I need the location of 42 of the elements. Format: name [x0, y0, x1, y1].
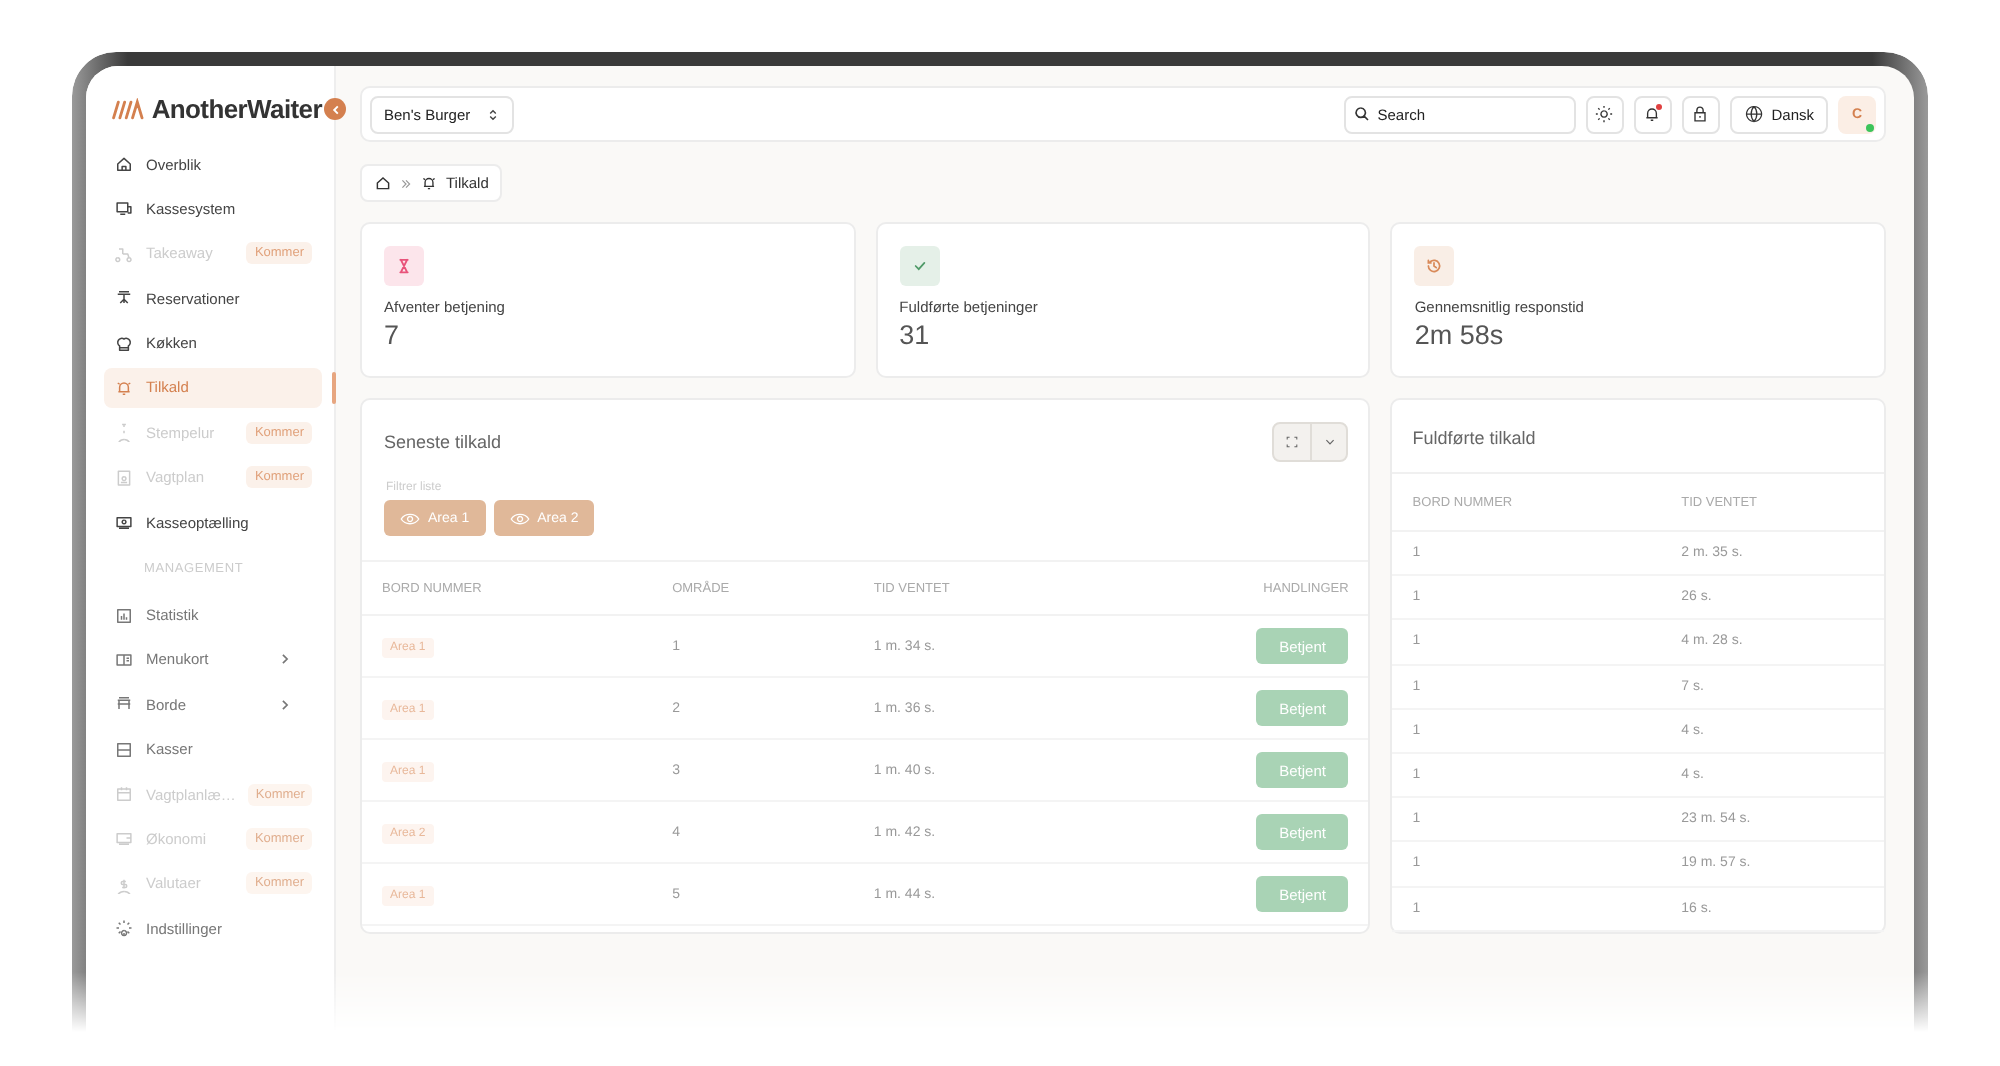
eye-icon: [400, 511, 420, 525]
chart-icon: [114, 605, 134, 626]
theme-button[interactable]: [1585, 95, 1624, 133]
collapse-button[interactable]: [324, 98, 346, 120]
calendar-icon: [114, 784, 134, 805]
wallet-icon: [114, 828, 134, 849]
history-icon: [1424, 256, 1445, 276]
lock-icon: [1690, 104, 1711, 124]
selection-indicator: [332, 371, 336, 404]
stat-value: 7: [384, 320, 400, 350]
chef-hat-icon: [114, 333, 134, 354]
book-icon: [114, 649, 134, 670]
register-icon: [114, 198, 134, 219]
table-icon: [114, 694, 134, 715]
panel-title: Fuldførte tilkald: [1392, 400, 1884, 474]
check-icon: [909, 256, 930, 276]
hourglass-icon: [394, 256, 414, 276]
bell-icon: [1642, 104, 1663, 124]
box-icon: [114, 739, 134, 760]
search-icon: [1353, 105, 1370, 121]
lock-button[interactable]: [1681, 95, 1720, 133]
bell-icon: [420, 174, 438, 192]
table-icon: [114, 288, 134, 309]
up-down-icon: [486, 107, 501, 121]
logo-icon: [112, 97, 144, 121]
stat-value: 2m 58s: [1414, 320, 1504, 350]
brand-name: AnotherWaiter: [151, 94, 322, 124]
badge-icon: [114, 467, 134, 488]
cash-icon: [114, 512, 134, 533]
stat-value: 31: [899, 320, 930, 350]
expand-icon: [1286, 436, 1299, 448]
panel-title: Seneste tilkald: [384, 432, 502, 452]
globe-icon: [1743, 104, 1764, 124]
chevron-left-icon: [329, 103, 341, 115]
chevron-down-icon: [1323, 436, 1336, 448]
double-chevron-icon: [400, 177, 412, 189]
house-icon: [114, 154, 134, 174]
bell-icon: [114, 377, 134, 398]
house-icon[interactable]: [374, 174, 392, 192]
eye-icon: [509, 511, 530, 525]
notifications-button[interactable]: [1633, 95, 1672, 133]
sun-icon: [1594, 104, 1615, 124]
